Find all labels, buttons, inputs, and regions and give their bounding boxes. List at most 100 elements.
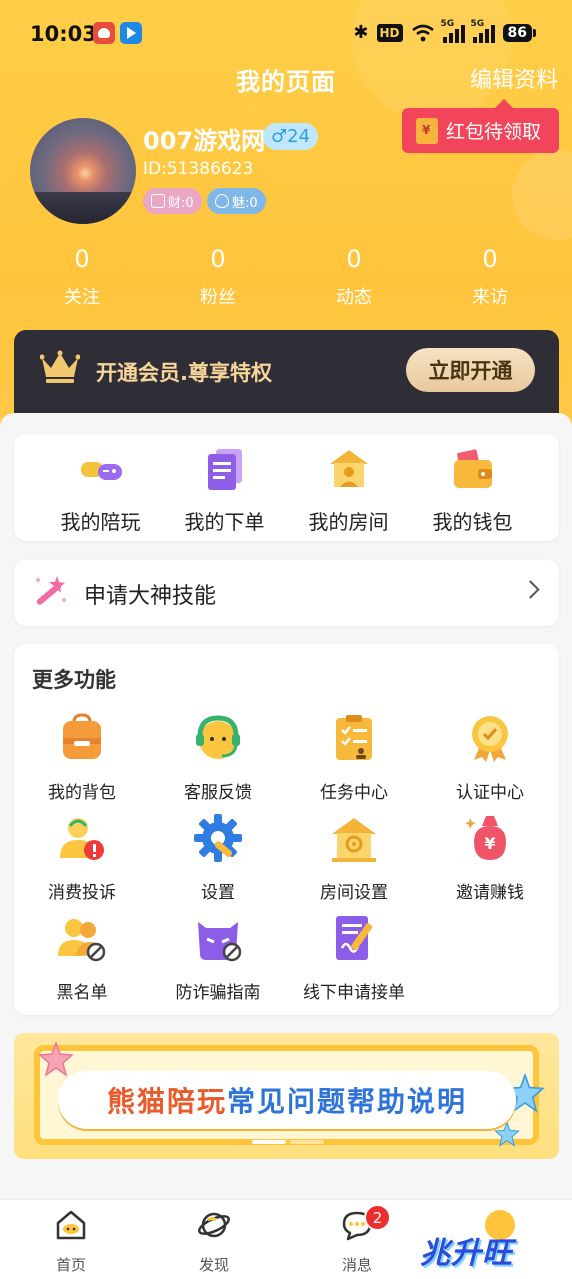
quick-item-label: 我的下单 [184, 510, 265, 534]
magic-wand-icon [36, 576, 66, 605]
quick-actions-card: 我的陪玩 我的下单 我的房间 我的钱包 [14, 434, 559, 541]
quick-item-my-wallet[interactable]: 我的钱包 [410, 446, 535, 535]
gear-icon [194, 814, 242, 862]
grid-item-label: 客服反馈 [184, 783, 252, 803]
discover-icon [198, 1212, 230, 1238]
money-bag-icon: ¥ [465, 816, 506, 860]
hd-icon: HD [376, 23, 403, 42]
stat-label: 粉丝 [200, 287, 236, 308]
apply-form-icon [336, 916, 373, 960]
vip-text: 开通会员.尊享特权 [96, 361, 272, 385]
redpacket-button[interactable]: 红包待领取 [402, 99, 559, 153]
bluetooth-icon: ✱ [353, 22, 369, 43]
apply-skill-row[interactable]: 申请大神技能 [14, 560, 559, 626]
tab-discover[interactable]: 发现 [169, 1208, 259, 1275]
stat-posts[interactable]: 0 动态 [304, 245, 404, 309]
grid-item-task-center[interactable]: 任务中心 [286, 712, 422, 803]
gamepad-icon [80, 462, 122, 480]
heart-icon [215, 194, 229, 208]
banner-pagination [252, 1140, 324, 1144]
banner-brand: 熊猫陪玩 [106, 1085, 227, 1118]
more-functions-card: 更多功能 我的背包 客服反馈 任务中心 认证中心 消费投诉 设置 房间设置 ¥ … [14, 644, 559, 1015]
anti-fraud-icon [198, 922, 242, 962]
crown-icon [40, 350, 80, 383]
vip-banner: 开通会员.尊享特权 立即开通 [14, 330, 559, 413]
grid-item-label: 邀请赚钱 [456, 883, 524, 903]
more-functions-title: 更多功能 [32, 668, 116, 692]
grid-item-room-settings[interactable]: 房间设置 [286, 812, 422, 903]
stat-value: 0 [482, 245, 498, 273]
grid-item-settings[interactable]: 设置 [150, 812, 286, 903]
grid-item-label: 任务中心 [320, 783, 388, 803]
quick-item-label: 我的陪玩 [60, 510, 141, 534]
stat-value: 0 [74, 245, 90, 273]
grid-item-label: 防诈骗指南 [175, 983, 261, 1003]
wifi-icon [411, 24, 434, 41]
stat-value: 0 [346, 245, 362, 273]
signal-icon: 5G [441, 19, 465, 43]
grid-item-certification[interactable]: 认证中心 [422, 712, 558, 803]
vip-open-button[interactable]: 立即开通 [406, 348, 535, 392]
status-bar: 10:03 ✱ HD 5G 5G 86 [0, 0, 572, 66]
stat-label: 动态 [336, 287, 372, 308]
blacklist-icon [58, 919, 106, 962]
banner-text: 熊猫陪玩 常见问题帮助说明 [58, 1071, 516, 1129]
wallet-icon [453, 449, 492, 488]
room-settings-icon [332, 818, 376, 862]
app-notification-icon [93, 22, 115, 44]
status-time: 10:03 [30, 22, 97, 46]
grid-item-label: 消费投诉 [48, 883, 116, 903]
watermark-logo: 兆升旺 [420, 1236, 513, 1271]
wealth-value: 财:0 [168, 195, 194, 211]
username: 007游戏网 [143, 127, 266, 155]
stat-label: 关注 [64, 287, 100, 308]
quick-item-my-companion[interactable]: 我的陪玩 [38, 446, 163, 535]
message-count-badge: 2 [364, 1204, 391, 1231]
star-icon [38, 1041, 74, 1077]
headset-icon [196, 715, 240, 759]
stat-fans[interactable]: 0 粉丝 [168, 245, 268, 309]
grid-item-customer-service[interactable]: 客服反馈 [150, 712, 286, 803]
backpack-icon [63, 713, 101, 759]
certificate-icon [472, 716, 508, 762]
avatar[interactable] [30, 118, 136, 224]
chevron-right-icon [521, 580, 540, 599]
grid-item-offline-apply[interactable]: 线下申请接单 [286, 912, 422, 1003]
edit-profile-link[interactable]: 编辑资料 [470, 62, 558, 94]
complaint-icon [60, 818, 104, 860]
grid-item-label: 线下申请接单 [303, 983, 405, 1003]
stat-following[interactable]: 0 关注 [32, 245, 132, 309]
quick-item-my-room[interactable]: 我的房间 [286, 446, 411, 535]
grid-item-anti-fraud[interactable]: 防诈骗指南 [150, 912, 286, 1003]
grid-item-label: 设置 [201, 883, 235, 903]
grid-item-invite-earn[interactable]: ¥ 邀请赚钱 [422, 812, 558, 903]
stat-visitors[interactable]: 0 来访 [440, 245, 540, 309]
room-icon [329, 450, 368, 487]
grid-item-label: 房间设置 [320, 883, 388, 903]
grid-item-label: 黑名单 [56, 983, 108, 1003]
grid-item-complaint[interactable]: 消费投诉 [14, 812, 150, 903]
charm-badge: 魅:0 [207, 188, 266, 214]
gender-age-badge: ♂24 [263, 123, 319, 150]
stat-label: 来访 [472, 287, 508, 308]
redpacket-icon [416, 117, 438, 144]
quick-item-label: 我的钱包 [432, 510, 513, 534]
charm-value: 魅:0 [232, 195, 258, 211]
apply-skill-label: 申请大神技能 [84, 584, 217, 609]
tab-label: 消息 [341, 1256, 372, 1274]
task-icon [336, 715, 372, 760]
quick-item-my-orders[interactable]: 我的下单 [162, 446, 287, 535]
home-icon [56, 1210, 86, 1240]
svg-text:¥: ¥ [484, 834, 495, 853]
order-icon [207, 449, 242, 490]
user-id: ID:51386623 [143, 159, 254, 179]
banner-subtitle: 常见问题帮助说明 [227, 1085, 468, 1118]
grid-item-backpack[interactable]: 我的背包 [14, 712, 150, 803]
tab-label: 首页 [55, 1256, 86, 1274]
battery-icon: 86 [502, 23, 536, 42]
grid-item-blacklist[interactable]: 黑名单 [14, 912, 150, 1003]
grid-item-label: 认证中心 [456, 783, 524, 803]
quick-item-label: 我的房间 [308, 510, 389, 534]
tab-home[interactable]: 首页 [26, 1208, 116, 1275]
redpacket-label: 红包待领取 [446, 121, 542, 143]
